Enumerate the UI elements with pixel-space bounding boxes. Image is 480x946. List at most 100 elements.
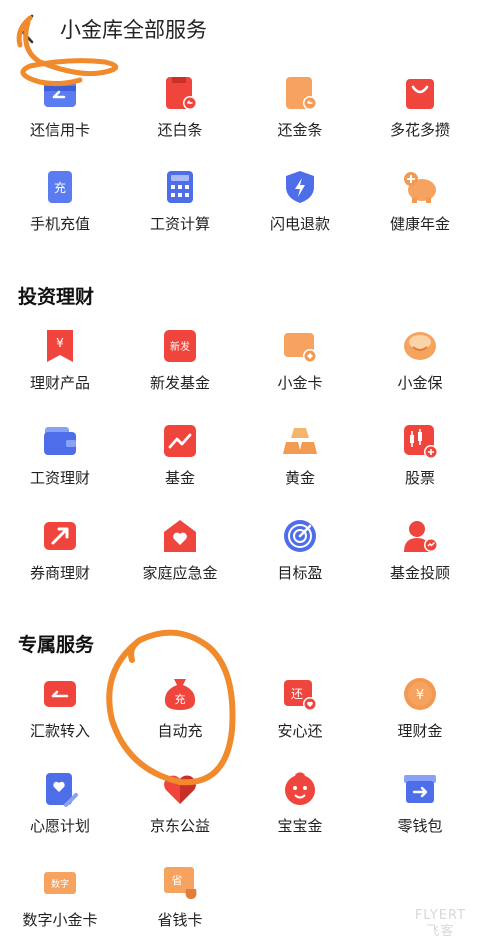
heart-house-icon bbox=[164, 520, 196, 552]
service-label: 闪电退款 bbox=[269, 215, 330, 233]
yuan-bookmark-icon: ¥ bbox=[47, 330, 73, 362]
invest-item-gold-card[interactable]: 小金卡 bbox=[240, 326, 360, 406]
exclusive-item-worry-free-repay[interactable]: 还 安心还 bbox=[240, 674, 360, 754]
service-flash-refund[interactable]: 闪电退款 bbox=[240, 167, 360, 247]
invest-label: 工资理财 bbox=[29, 469, 90, 487]
services-row-2: 充 手机充值 工资计算 闪电退款 健康年金 bbox=[0, 167, 480, 247]
yuan-coin-icon: ¥ bbox=[404, 678, 436, 710]
svg-text:还: 还 bbox=[291, 687, 303, 701]
invest-item-fund-advisor[interactable]: 基金投顾 bbox=[360, 516, 480, 596]
service-repay-baitiao[interactable]: 还白条 bbox=[120, 73, 240, 153]
service-label: 还金条 bbox=[277, 121, 323, 139]
watermark: FLYERT 飞客 bbox=[415, 908, 466, 940]
service-repay-credit-card[interactable]: 还信用卡 bbox=[0, 73, 120, 153]
exclusive-item-jd-charity[interactable]: 京东公益 bbox=[120, 769, 240, 849]
change-box-icon bbox=[404, 775, 436, 803]
exclusive-row-2: 心愿计划 京东公益 宝宝金 零钱包 bbox=[0, 769, 480, 849]
invest-label: 黄金 bbox=[284, 469, 315, 487]
watermark-line-2: 飞客 bbox=[426, 924, 455, 939]
service-health-annuity[interactable]: 健康年金 bbox=[360, 167, 480, 247]
svg-text:数字: 数字 bbox=[51, 878, 69, 890]
exclusive-item-transfer-in[interactable]: 汇款转入 bbox=[0, 674, 120, 754]
arrow-up-right-icon bbox=[44, 522, 76, 550]
services-row-1: 还信用卡 还白条 还金条 多花多攒 bbox=[0, 73, 480, 153]
invest-row-3: 券商理财 家庭应急金 目标盈 基金投顾 bbox=[0, 516, 480, 596]
repay-jintiao-icon bbox=[286, 77, 317, 110]
trend-chart-icon bbox=[164, 425, 196, 457]
gold-bowl-icon bbox=[404, 332, 436, 360]
wish-plan-icon bbox=[46, 773, 78, 807]
service-phone-recharge[interactable]: 充 手机充值 bbox=[0, 167, 120, 247]
target-icon bbox=[284, 520, 316, 552]
invest-item-wealth-products[interactable]: ¥ 理财产品 bbox=[0, 326, 120, 406]
invest-item-stocks[interactable]: 股票 bbox=[360, 421, 480, 501]
exclusive-item-change-wallet[interactable]: 零钱包 bbox=[360, 769, 480, 849]
invest-label: 目标盈 bbox=[277, 564, 323, 582]
exclusive-item-wish-plan[interactable]: 心愿计划 bbox=[0, 769, 120, 849]
candlestick-icon bbox=[404, 425, 438, 459]
exclusive-item-wealth-gold[interactable]: ¥ 理财金 bbox=[360, 674, 480, 754]
saving-card-icon: 省 bbox=[164, 867, 197, 899]
invest-label: 小金卡 bbox=[277, 374, 323, 392]
invest-item-family-emergency[interactable]: 家庭应急金 bbox=[120, 516, 240, 596]
invest-label: 基金投顾 bbox=[389, 564, 450, 582]
svg-text:¥: ¥ bbox=[416, 688, 424, 703]
invest-label: 券商理财 bbox=[29, 564, 90, 582]
lightning-shield-icon bbox=[286, 171, 314, 203]
invest-label: 家庭应急金 bbox=[142, 564, 218, 582]
piggy-bank-icon bbox=[404, 172, 436, 203]
repay-credit-card-icon bbox=[44, 81, 76, 107]
service-duohua-duozan[interactable]: 多花多攒 bbox=[360, 73, 480, 153]
exclusive-item-auto-recharge[interactable]: 充 自动充 bbox=[120, 674, 240, 754]
phone-recharge-icon: 充 bbox=[48, 171, 72, 203]
back-arrow-icon[interactable] bbox=[12, 12, 40, 46]
invest-row-2: 工资理财 基金 黄金 股票 bbox=[0, 421, 480, 501]
invest-item-new-fund[interactable]: 新发 新发基金 bbox=[120, 326, 240, 406]
svg-text:充: 充 bbox=[54, 180, 66, 195]
exclusive-label: 京东公益 bbox=[149, 817, 210, 835]
advisor-icon bbox=[404, 521, 438, 552]
invest-item-gold-insurance[interactable]: 小金保 bbox=[360, 326, 480, 406]
gold-card-icon bbox=[284, 333, 317, 363]
invest-item-salary-wealth[interactable]: 工资理财 bbox=[0, 421, 120, 501]
service-label: 手机充值 bbox=[29, 215, 90, 233]
exclusive-label: 宝宝金 bbox=[277, 817, 323, 835]
invest-label: 基金 bbox=[164, 469, 195, 487]
wallet-icon bbox=[44, 427, 76, 455]
service-salary-calculator[interactable]: 工资计算 bbox=[120, 167, 240, 247]
exclusive-label: 省钱卡 bbox=[157, 911, 203, 929]
service-label: 多花多攒 bbox=[389, 121, 450, 139]
exclusive-row-1: 汇款转入 充 自动充 还 安心还 ¥ 理财金 bbox=[0, 674, 480, 754]
repay-heart-icon: 还 bbox=[284, 680, 317, 711]
svg-text:充: 充 bbox=[175, 692, 186, 706]
invest-item-fund[interactable]: 基金 bbox=[120, 421, 240, 501]
exclusive-label: 数字小金卡 bbox=[22, 911, 98, 929]
service-label: 还信用卡 bbox=[29, 121, 90, 139]
invest-label: 理财产品 bbox=[29, 374, 90, 392]
invest-item-gold[interactable]: 黄金 bbox=[240, 421, 360, 501]
exclusive-label: 心愿计划 bbox=[29, 817, 90, 835]
new-fund-icon: 新发 bbox=[164, 330, 196, 362]
svg-text:新发: 新发 bbox=[170, 340, 190, 353]
invest-item-broker-wealth[interactable]: 券商理财 bbox=[0, 516, 120, 596]
invest-label: 小金保 bbox=[397, 374, 443, 392]
exclusive-item-saving-card[interactable]: 省 省钱卡 bbox=[120, 863, 240, 943]
exclusive-label: 理财金 bbox=[397, 722, 443, 740]
exclusive-item-digital-gold-card[interactable]: 数字 数字小金卡 bbox=[0, 863, 120, 943]
service-repay-jintiao[interactable]: 还金条 bbox=[240, 73, 360, 153]
svg-text:¥: ¥ bbox=[56, 336, 64, 350]
exclusive-label: 自动充 bbox=[157, 722, 203, 740]
shopping-bag-icon bbox=[406, 79, 434, 109]
charity-heart-icon bbox=[164, 775, 196, 804]
repay-baitiao-icon bbox=[166, 77, 197, 110]
section-title-exclusive: 专属服务 bbox=[18, 634, 95, 656]
invest-item-target-profit[interactable]: 目标盈 bbox=[240, 516, 360, 596]
service-label: 还白条 bbox=[157, 121, 203, 139]
transfer-in-icon bbox=[44, 681, 76, 707]
watermark-line-1: FLYERT bbox=[414, 908, 466, 923]
exclusive-item-baby-gold[interactable]: 宝宝金 bbox=[240, 769, 360, 849]
service-label: 工资计算 bbox=[149, 215, 210, 233]
exclusive-row-3: 数字 数字小金卡 省 省钱卡 bbox=[0, 863, 480, 943]
invest-label: 股票 bbox=[404, 469, 435, 487]
digital-card-icon: 数字 bbox=[44, 872, 76, 894]
